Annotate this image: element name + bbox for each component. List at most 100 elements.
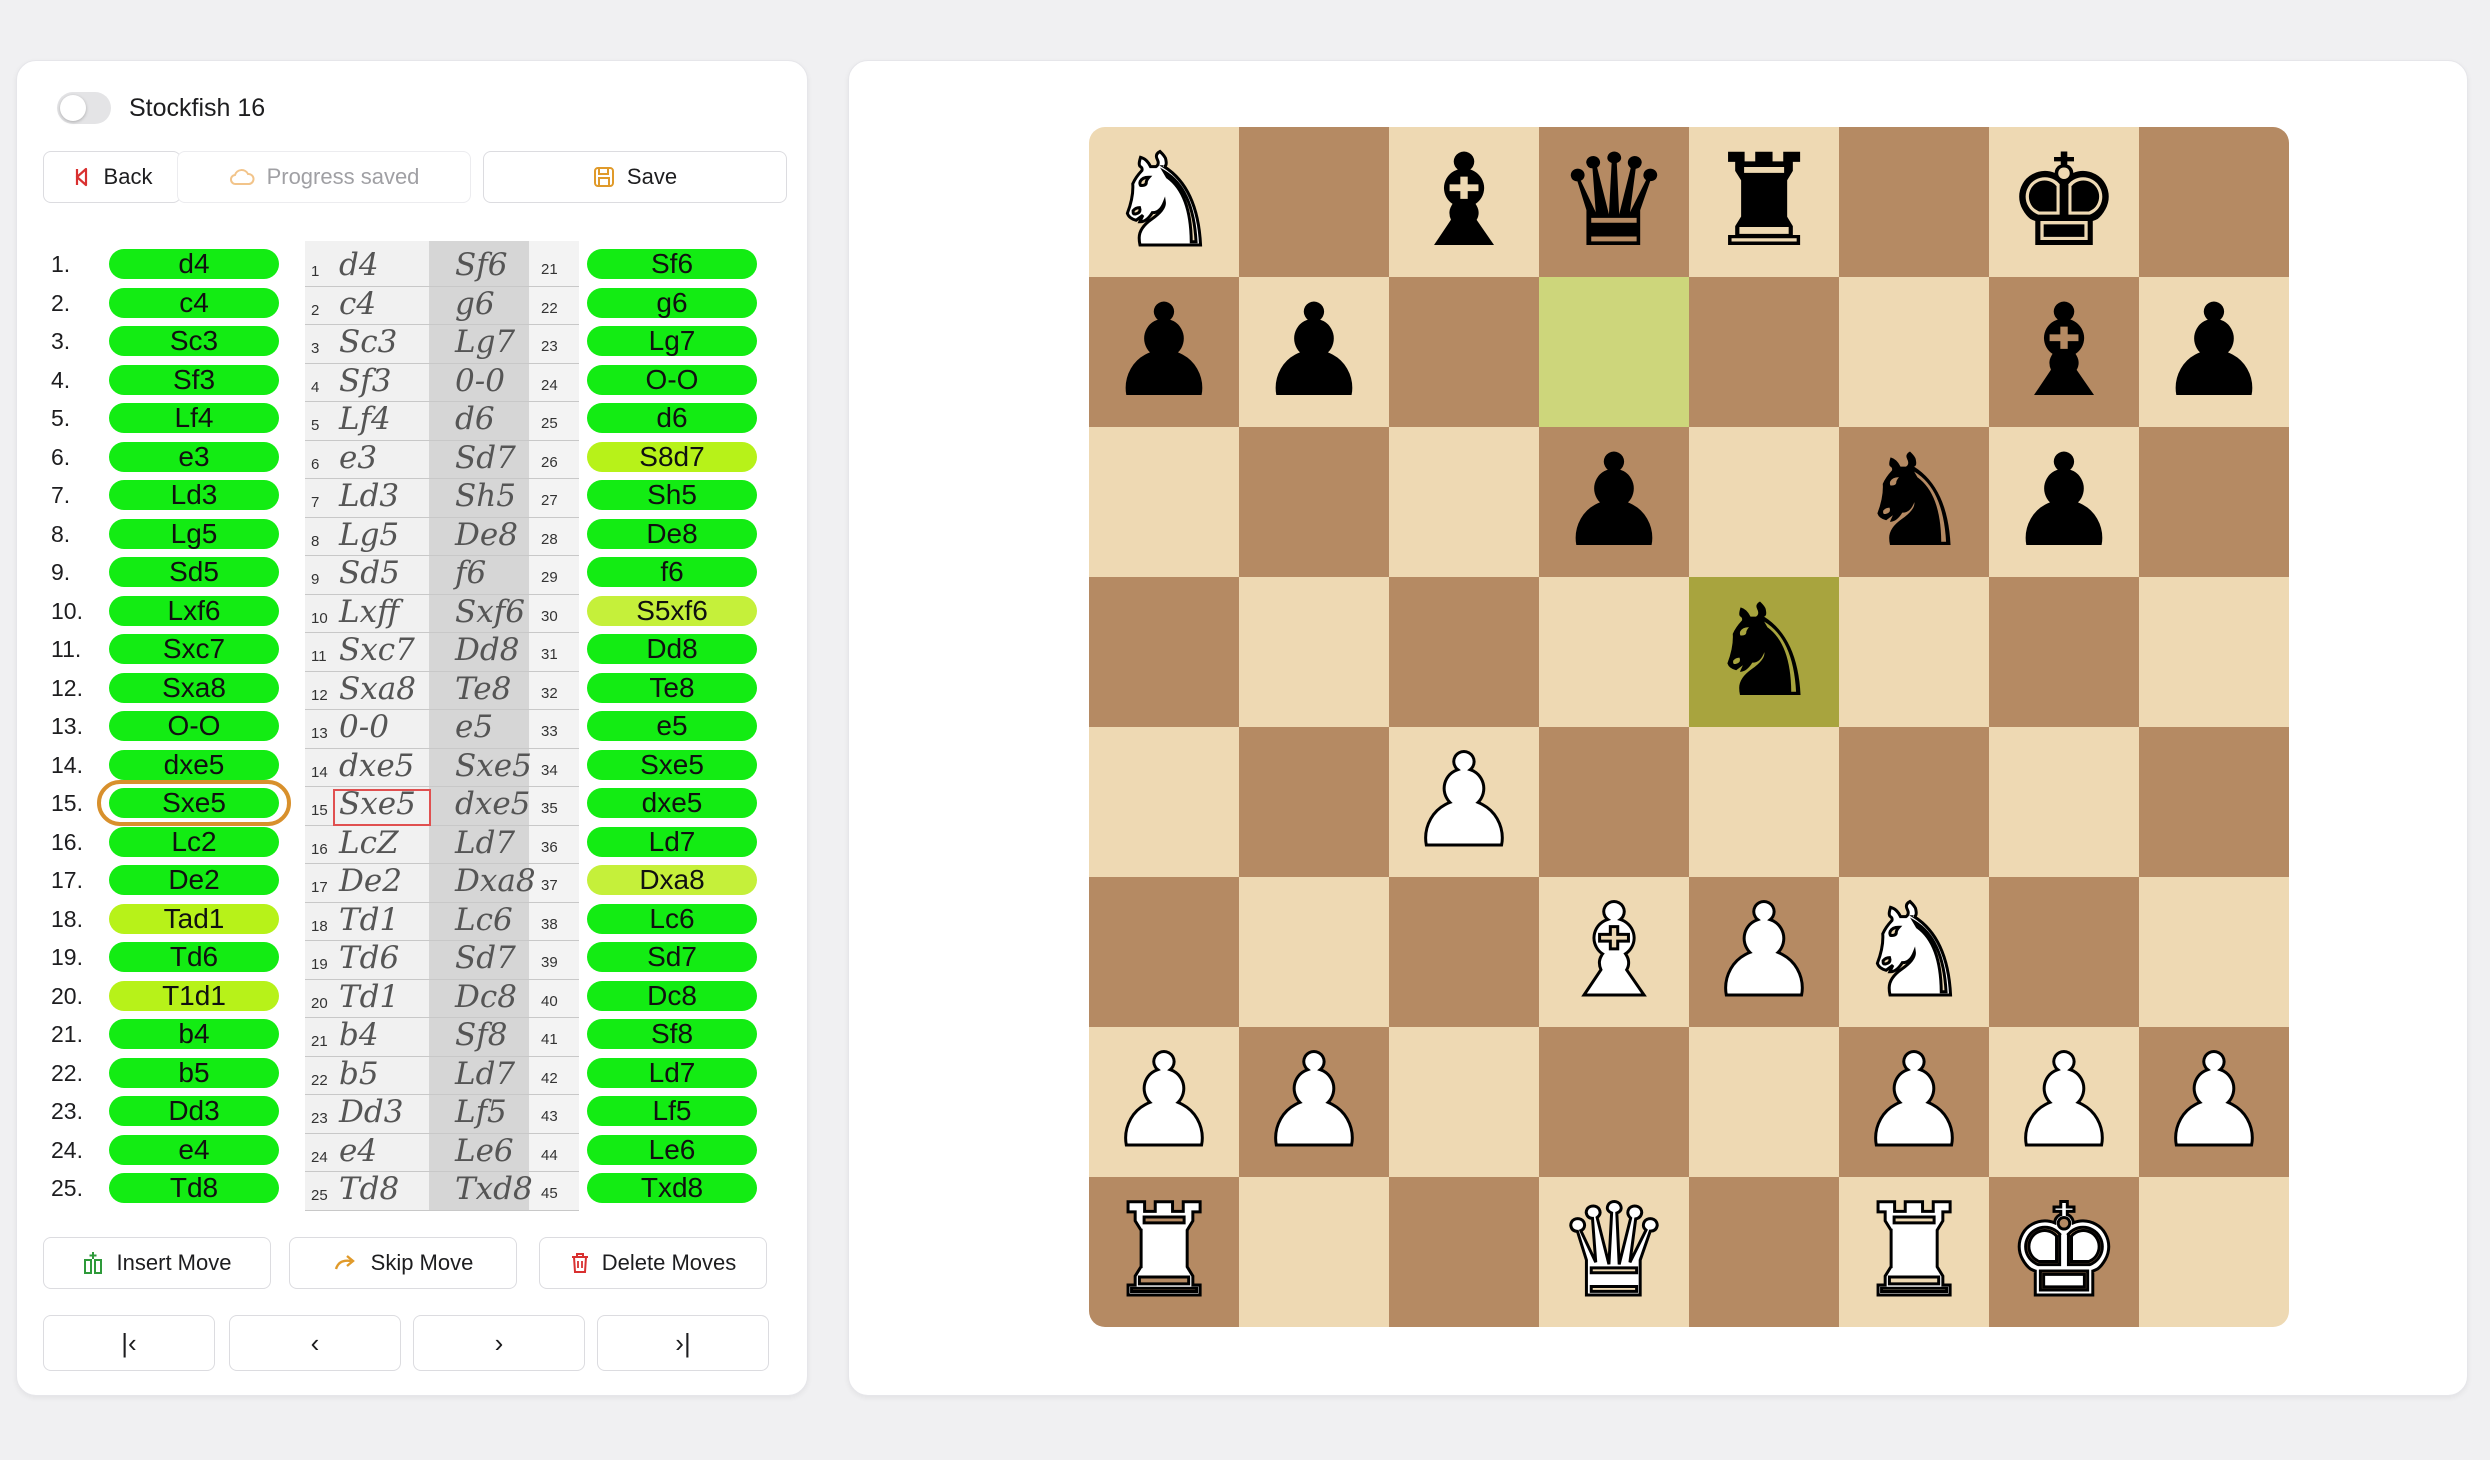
- white-move-pill[interactable]: Sd5: [109, 557, 279, 587]
- black-bishop-icon[interactable]: ♝: [1407, 127, 1522, 277]
- white-move-pill[interactable]: De2: [109, 865, 279, 895]
- square-f1[interactable]: ♜: [1839, 1177, 1989, 1327]
- square-d6[interactable]: ♟: [1539, 427, 1689, 577]
- white-move-pill[interactable]: Lf4: [109, 403, 279, 433]
- next-move-button[interactable]: ›: [413, 1315, 585, 1371]
- black-move-pill[interactable]: O-O: [587, 365, 757, 395]
- white-move-pill[interactable]: c4: [109, 288, 279, 318]
- square-e2[interactable]: [1689, 1027, 1839, 1177]
- last-move-button[interactable]: ›|: [597, 1315, 769, 1371]
- black-pawn-icon[interactable]: ♟: [2157, 277, 2272, 427]
- prev-move-button[interactable]: ‹: [229, 1315, 401, 1371]
- square-a6[interactable]: [1089, 427, 1239, 577]
- square-e7[interactable]: [1689, 277, 1839, 427]
- engine-toggle[interactable]: [57, 92, 111, 124]
- black-move-pill[interactable]: S5xf6: [587, 596, 757, 626]
- square-a7[interactable]: ♟: [1089, 277, 1239, 427]
- square-b1[interactable]: [1239, 1177, 1389, 1327]
- square-b4[interactable]: [1239, 727, 1389, 877]
- square-b7[interactable]: ♟: [1239, 277, 1389, 427]
- white-move-pill[interactable]: d4: [109, 249, 279, 279]
- square-f8[interactable]: [1839, 127, 1989, 277]
- white-move-pill[interactable]: b5: [109, 1058, 279, 1088]
- save-button[interactable]: Save: [483, 151, 787, 203]
- black-move-pill[interactable]: De8: [587, 519, 757, 549]
- black-king-icon[interactable]: ♚: [2007, 127, 2122, 277]
- black-knight-icon[interactable]: ♞: [1857, 427, 1972, 577]
- square-d7[interactable]: [1539, 277, 1689, 427]
- square-g2[interactable]: ♟: [1989, 1027, 2139, 1177]
- black-move-pill[interactable]: Lc6: [587, 904, 757, 934]
- black-move-pill[interactable]: Lg7: [587, 326, 757, 356]
- black-move-pill[interactable]: g6: [587, 288, 757, 318]
- white-move-pill[interactable]: Lc2: [109, 827, 279, 857]
- black-move-pill[interactable]: Sf8: [587, 1019, 757, 1049]
- chess-board[interactable]: ♞♝♛♜♚♟♟♝♟♟♞♟♞♟♝♟♞♟♟♟♟♟♜♛♜♚: [1089, 127, 2289, 1327]
- square-h7[interactable]: ♟: [2139, 277, 2289, 427]
- first-move-button[interactable]: |‹: [43, 1315, 215, 1371]
- square-a3[interactable]: [1089, 877, 1239, 1027]
- skip-move-button[interactable]: Skip Move: [289, 1237, 517, 1289]
- square-h3[interactable]: [2139, 877, 2289, 1027]
- square-b8[interactable]: [1239, 127, 1389, 277]
- white-move-pill[interactable]: Sxc7: [109, 634, 279, 664]
- square-g3[interactable]: [1989, 877, 2139, 1027]
- square-d3[interactable]: ♝: [1539, 877, 1689, 1027]
- square-h4[interactable]: [2139, 727, 2289, 877]
- white-pawn-icon[interactable]: ♟: [1107, 1027, 1222, 1177]
- white-knight-icon[interactable]: ♞: [1107, 127, 1222, 277]
- square-g1[interactable]: ♚: [1989, 1177, 2139, 1327]
- square-h5[interactable]: [2139, 577, 2289, 727]
- square-a5[interactable]: [1089, 577, 1239, 727]
- insert-move-button[interactable]: Insert Move: [43, 1237, 271, 1289]
- black-move-pill[interactable]: e5: [587, 711, 757, 741]
- black-pawn-icon[interactable]: ♟: [1257, 277, 1372, 427]
- white-pawn-icon[interactable]: ♟: [1407, 727, 1522, 877]
- square-e6[interactable]: [1689, 427, 1839, 577]
- square-h8[interactable]: [2139, 127, 2289, 277]
- black-move-pill[interactable]: d6: [587, 403, 757, 433]
- black-move-pill[interactable]: Te8: [587, 673, 757, 703]
- square-e8[interactable]: ♜: [1689, 127, 1839, 277]
- square-g4[interactable]: [1989, 727, 2139, 877]
- white-move-pill[interactable]: e4: [109, 1135, 279, 1165]
- square-g5[interactable]: [1989, 577, 2139, 727]
- white-move-pill[interactable]: b4: [109, 1019, 279, 1049]
- square-h6[interactable]: [2139, 427, 2289, 577]
- square-e4[interactable]: [1689, 727, 1839, 877]
- square-f3[interactable]: ♞: [1839, 877, 1989, 1027]
- square-c6[interactable]: [1389, 427, 1539, 577]
- black-knight-icon[interactable]: ♞: [1707, 577, 1822, 727]
- black-pawn-icon[interactable]: ♟: [2007, 427, 2122, 577]
- white-move-pill[interactable]: Dd3: [109, 1096, 279, 1126]
- black-move-pill[interactable]: Ld7: [587, 1058, 757, 1088]
- square-c2[interactable]: [1389, 1027, 1539, 1177]
- square-f6[interactable]: ♞: [1839, 427, 1989, 577]
- square-f5[interactable]: [1839, 577, 1989, 727]
- square-f4[interactable]: [1839, 727, 1989, 877]
- square-c5[interactable]: [1389, 577, 1539, 727]
- square-b2[interactable]: ♟: [1239, 1027, 1389, 1177]
- black-move-pill[interactable]: Ld7: [587, 827, 757, 857]
- square-f7[interactable]: [1839, 277, 1989, 427]
- square-h2[interactable]: ♟: [2139, 1027, 2289, 1177]
- black-move-pill[interactable]: Dxa8: [587, 865, 757, 895]
- square-e3[interactable]: ♟: [1689, 877, 1839, 1027]
- black-move-pill[interactable]: Sxe5: [587, 750, 757, 780]
- white-pawn-icon[interactable]: ♟: [1707, 877, 1822, 1027]
- black-move-pill[interactable]: Dd8: [587, 634, 757, 664]
- white-move-pill[interactable]: Td8: [109, 1173, 279, 1203]
- square-d2[interactable]: [1539, 1027, 1689, 1177]
- white-move-pill[interactable]: dxe5: [109, 750, 279, 780]
- white-king-icon[interactable]: ♚: [2007, 1177, 2122, 1327]
- black-move-pill[interactable]: Sd7: [587, 942, 757, 972]
- white-pawn-icon[interactable]: ♟: [1257, 1027, 1372, 1177]
- white-pawn-icon[interactable]: ♟: [2157, 1027, 2272, 1177]
- black-move-pill[interactable]: Le6: [587, 1135, 757, 1165]
- square-g6[interactable]: ♟: [1989, 427, 2139, 577]
- square-a4[interactable]: [1089, 727, 1239, 877]
- black-pawn-icon[interactable]: ♟: [1107, 277, 1222, 427]
- white-rook-icon[interactable]: ♜: [1857, 1177, 1972, 1327]
- white-knight-icon[interactable]: ♞: [1857, 877, 1972, 1027]
- white-move-pill[interactable]: Sc3: [109, 326, 279, 356]
